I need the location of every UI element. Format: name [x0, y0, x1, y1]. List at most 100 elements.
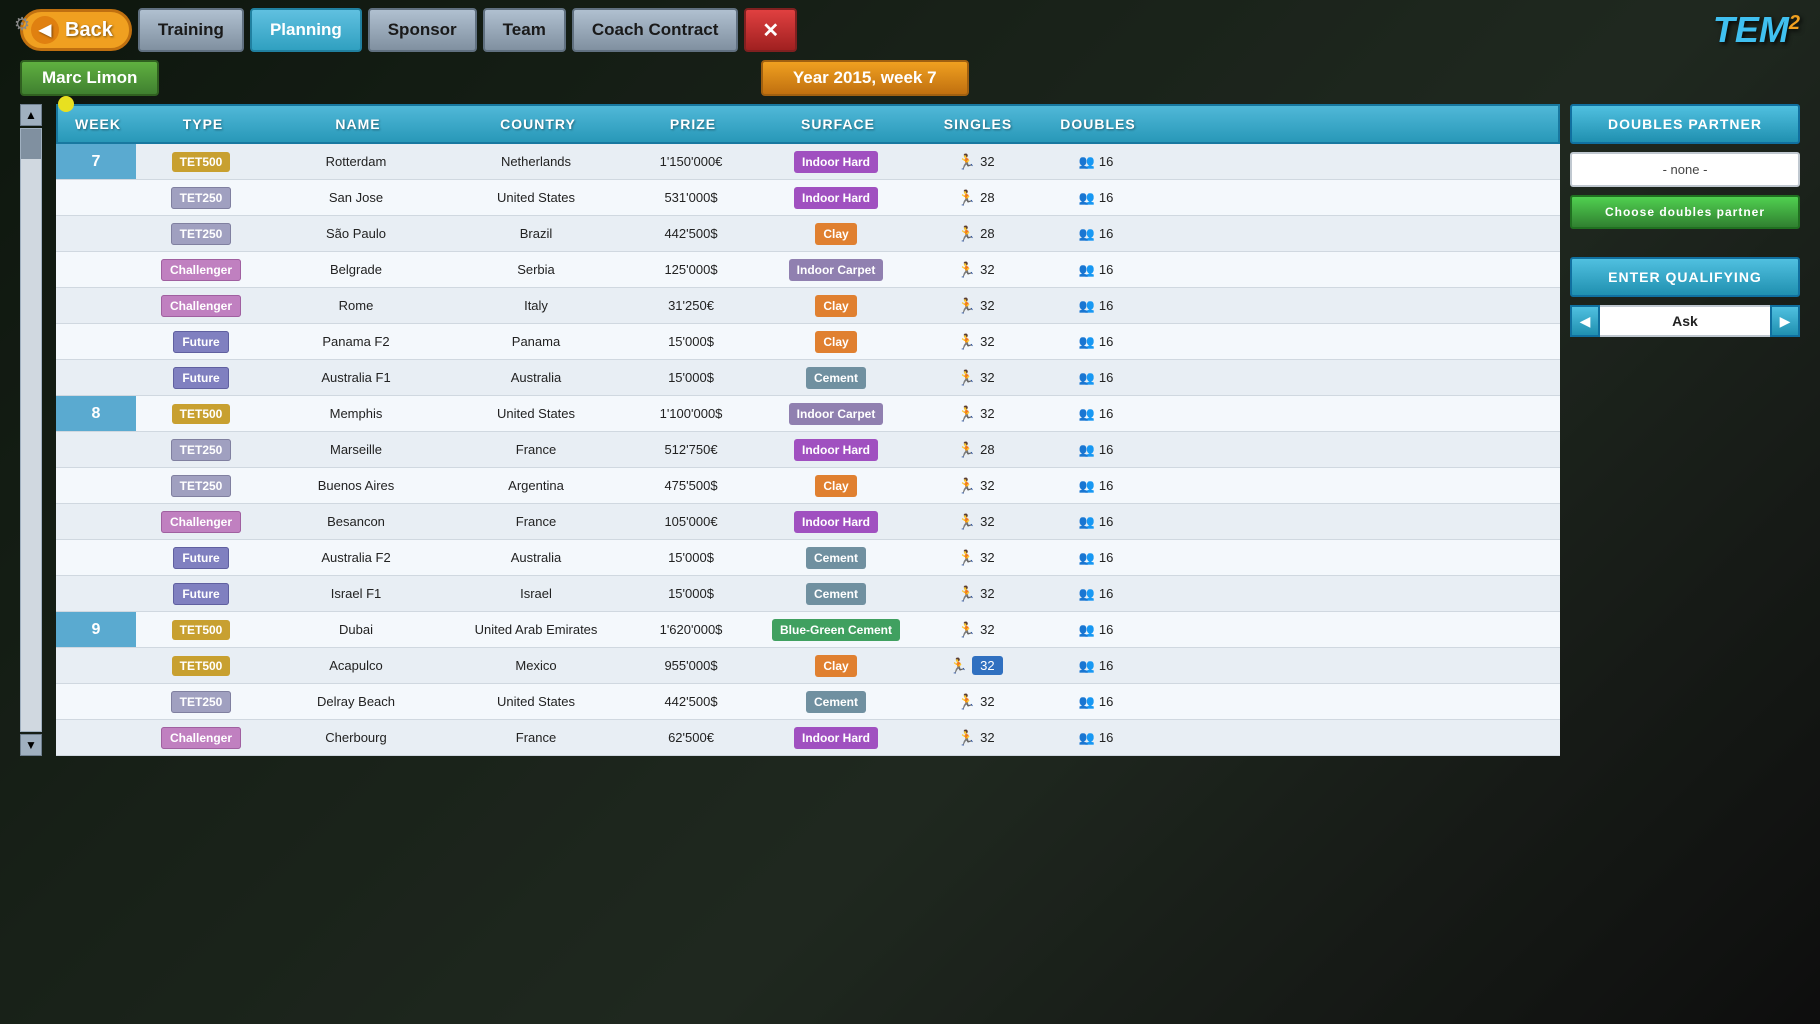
doubles-icon: 👥 [1079, 442, 1095, 458]
doubles-icon: 👥 [1079, 154, 1095, 170]
prize-cell: 125'000$ [626, 262, 756, 277]
planning-tab[interactable]: Planning [250, 8, 362, 52]
type-cell: Challenger [136, 298, 266, 313]
table-row[interactable]: TET250 Delray Beach United States 442'50… [56, 684, 1560, 720]
person-icon: 🏃 [957, 585, 976, 603]
type-cell: TET500 [136, 622, 266, 637]
name-cell: Cherbourg [266, 730, 446, 745]
person-icon: 🏃 [957, 333, 976, 351]
prize-cell: 442'500$ [626, 226, 756, 241]
prize-cell: 15'000$ [626, 370, 756, 385]
prize-cell: 442'500$ [626, 694, 756, 709]
person-icon: 🏃 [957, 549, 976, 567]
tournament-table: WEEK TYPE NAME COUNTRY PRIZE SURFACE SIN… [56, 104, 1560, 756]
table-row[interactable]: 7 TET500 Rotterdam Netherlands 1'150'000… [56, 144, 1560, 180]
gear-icon[interactable]: ⚙ [14, 14, 30, 35]
table-row[interactable]: Challenger Cherbourg France 62'500€ Indo… [56, 720, 1560, 756]
prize-cell: 512'750€ [626, 442, 756, 457]
col-doubles: DOUBLES [1038, 116, 1158, 132]
name-cell: Memphis [266, 406, 446, 421]
col-name: NAME [268, 116, 448, 132]
prize-cell: 62'500€ [626, 730, 756, 745]
table-row[interactable]: Future Israel F1 Israel 15'000$ Cement 🏃… [56, 576, 1560, 612]
close-button[interactable]: ✕ [744, 8, 797, 52]
tennis-ball-icon [58, 96, 74, 112]
name-cell: Australia F2 [266, 550, 446, 565]
col-singles: SINGLES [918, 116, 1038, 132]
sub-header: Marc Limon Year 2015, week 7 [0, 60, 1820, 96]
header: ◀ Back Training Planning Sponsor Team Co… [0, 0, 1820, 60]
doubles-partner-value: - none - [1570, 152, 1800, 187]
back-button[interactable]: ◀ Back [20, 9, 132, 51]
table-row[interactable]: TET500 Acapulco Mexico 955'000$ Clay 🏃 3… [56, 648, 1560, 684]
name-cell: Dubai [266, 622, 446, 637]
person-icon: 🏃 [957, 153, 976, 171]
doubles-cell: 👥 16 [1036, 226, 1156, 242]
scroll-up-button[interactable]: ▲ [20, 104, 42, 126]
prize-cell: 1'620'000$ [626, 622, 756, 637]
surface-cell: Indoor Hard [756, 730, 916, 745]
surface-cell: Cement [756, 550, 916, 565]
country-cell: Australia [446, 550, 626, 565]
table-row[interactable]: TET250 São Paulo Brazil 442'500$ Clay 🏃 … [56, 216, 1560, 252]
scrollbar: ▲ ▼ [20, 104, 42, 756]
table-row[interactable]: Challenger Rome Italy 31'250€ Clay 🏃 32 … [56, 288, 1560, 324]
country-cell: United Arab Emirates [446, 622, 626, 637]
week-cell: 7 [56, 144, 136, 179]
player-name: Marc Limon [20, 60, 159, 96]
prize-cell: 105'000€ [626, 514, 756, 529]
prize-cell: 15'000$ [626, 334, 756, 349]
table-header: WEEK TYPE NAME COUNTRY PRIZE SURFACE SIN… [56, 104, 1560, 144]
prize-cell: 955'000$ [626, 658, 756, 673]
ask-next-button[interactable]: ▶ [1770, 305, 1800, 337]
doubles-cell: 👥 16 [1036, 298, 1156, 314]
scroll-down-button[interactable]: ▼ [20, 734, 42, 756]
table-row[interactable]: 9 TET500 Dubai United Arab Emirates 1'62… [56, 612, 1560, 648]
scroll-thumb[interactable] [21, 129, 41, 159]
table-row[interactable]: Future Panama F2 Panama 15'000$ Clay 🏃 3… [56, 324, 1560, 360]
table-row[interactable]: TET250 Buenos Aires Argentina 475'500$ C… [56, 468, 1560, 504]
table-row[interactable]: Future Australia F2 Australia 15'000$ Ce… [56, 540, 1560, 576]
person-icon: 🏃 [957, 261, 976, 279]
doubles-cell: 👥 16 [1036, 514, 1156, 530]
table-row[interactable]: 8 TET500 Memphis United States 1'100'000… [56, 396, 1560, 432]
doubles-icon: 👥 [1079, 658, 1095, 674]
sponsor-tab[interactable]: Sponsor [368, 8, 477, 52]
name-cell: Belgrade [266, 262, 446, 277]
person-icon: 🏃 [957, 189, 976, 207]
table-row[interactable]: Challenger Besancon France 105'000€ Indo… [56, 504, 1560, 540]
surface-cell: Clay [756, 478, 916, 493]
doubles-cell: 👥 16 [1036, 658, 1156, 674]
app-logo: TEM2 [1713, 9, 1800, 51]
country-cell: Brazil [446, 226, 626, 241]
doubles-icon: 👥 [1079, 226, 1095, 242]
coach-contract-tab[interactable]: Coach Contract [572, 8, 739, 52]
doubles-cell: 👥 16 [1036, 478, 1156, 494]
person-icon: 🏃 [957, 441, 976, 459]
name-cell: San Jose [266, 190, 446, 205]
table-row[interactable]: Challenger Belgrade Serbia 125'000$ Indo… [56, 252, 1560, 288]
singles-cell: 🏃 32 [916, 621, 1036, 639]
person-icon: 🏃 [957, 297, 976, 315]
person-icon: 🏃 [957, 477, 976, 495]
table-row[interactable]: TET250 Marseille France 512'750€ Indoor … [56, 432, 1560, 468]
surface-cell: Cement [756, 586, 916, 601]
table-row[interactable]: TET250 San Jose United States 531'000$ I… [56, 180, 1560, 216]
main-area: ▲ ▼ WEEK TYPE NAME COUNTRY PRIZE SURFACE… [0, 104, 1820, 756]
doubles-cell: 👥 16 [1036, 154, 1156, 170]
singles-cell: 🏃 32 [916, 513, 1036, 531]
name-cell: Australia F1 [266, 370, 446, 385]
singles-cell: 🏃 32 [916, 261, 1036, 279]
team-tab[interactable]: Team [483, 8, 566, 52]
person-icon: 🏃 [957, 369, 976, 387]
choose-doubles-partner-button[interactable]: Choose doubles partner [1570, 195, 1800, 229]
col-week: WEEK [58, 116, 138, 132]
enter-qualifying-button[interactable]: ENTER QUALIFYING [1570, 257, 1800, 297]
person-icon: 🏃 [957, 729, 976, 747]
ask-prev-button[interactable]: ◀ [1570, 305, 1600, 337]
doubles-icon: 👥 [1079, 262, 1095, 278]
training-tab[interactable]: Training [138, 8, 244, 52]
table-row[interactable]: Future Australia F1 Australia 15'000$ Ce… [56, 360, 1560, 396]
doubles-icon: 👥 [1079, 586, 1095, 602]
singles-cell: 🏃 32 [916, 333, 1036, 351]
